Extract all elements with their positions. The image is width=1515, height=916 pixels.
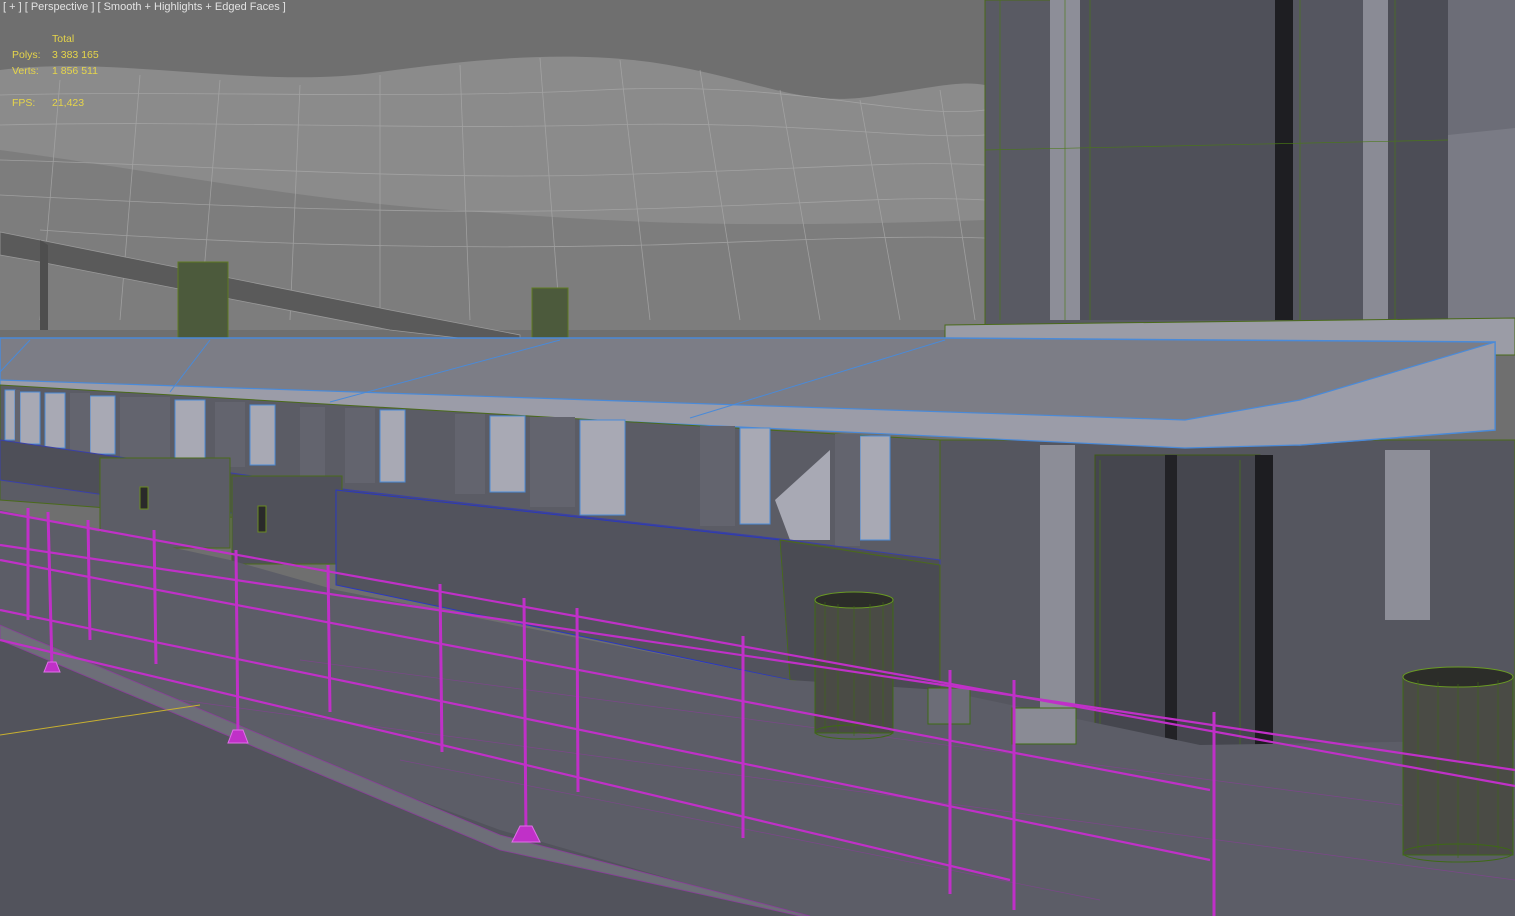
stats-polys-label: Polys:	[12, 49, 41, 61]
stats-polys-value: 3 383 165	[52, 49, 99, 61]
viewport-view-menu[interactable]: [ Perspective ]	[25, 1, 95, 13]
trash-can-right	[1402, 666, 1514, 863]
stats-verts-label: Verts:	[12, 65, 39, 77]
viewport-shading-menu[interactable]: [ Smooth + Highlights + Edged Faces ]	[97, 1, 285, 13]
stats-fps-label: FPS:	[12, 97, 36, 109]
viewport-plus-menu[interactable]: [ + ]	[3, 1, 22, 13]
viewport-label[interactable]: [ + ] [ Perspective ] [ Smooth + Highlig…	[3, 1, 286, 13]
stats-header: Total	[52, 33, 75, 45]
stats-verts-row: Verts: 1 856 511	[12, 63, 98, 79]
stats-fps-value: 21,423	[52, 97, 85, 109]
stats-polys-row: Polys: 3 383 165	[12, 47, 99, 63]
stats-fps-row: FPS: 21,423	[12, 95, 84, 111]
perspective-viewport[interactable]: [ + ] [ Perspective ] [ Smooth + Highlig…	[0, 0, 1515, 916]
scene-render[interactable]	[0, 0, 1515, 916]
stats-verts-value: 1 856 511	[52, 65, 98, 77]
